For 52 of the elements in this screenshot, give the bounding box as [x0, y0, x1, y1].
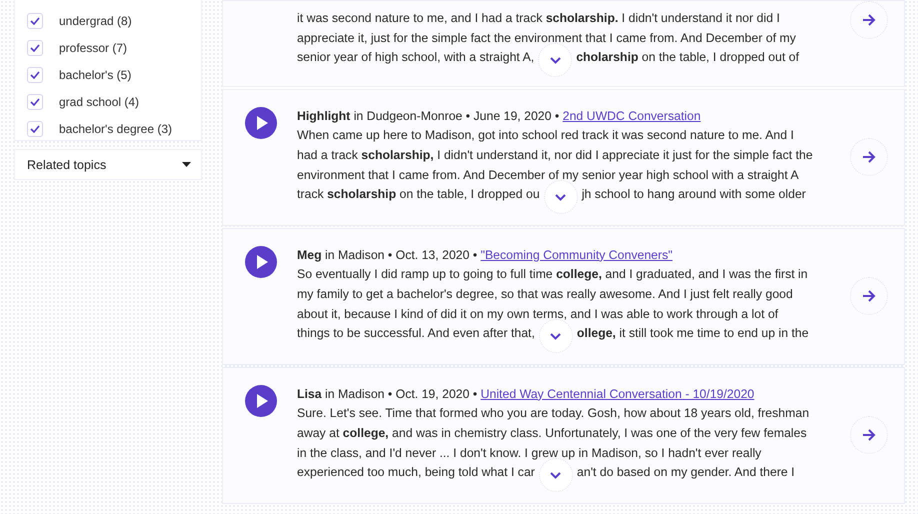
- excerpt-line: things to be successful. And even after that,: [297, 325, 535, 342]
- excerpt-line: had a track scholarship, I didn't understand it, nor did I appreciate it just for the simple fact the: [297, 146, 814, 164]
- story-byline: Lisa in Madison • Oct. 19, 2020 •: [297, 386, 478, 401]
- check-icon: [30, 44, 40, 52]
- chevron-down-icon: [555, 194, 566, 201]
- arrow-right-icon: [862, 151, 876, 164]
- story-byline: Meg in Madison • Oct. 13, 2020 •: [297, 248, 478, 262]
- play-button[interactable]: [245, 246, 277, 278]
- checkbox[interactable]: [27, 40, 43, 56]
- check-icon: [30, 70, 40, 78]
- checkbox[interactable]: [27, 94, 43, 110]
- excerpt-line: it was second nature to me, and I had a track scholarship. I didn't understand it nor did I: [297, 10, 781, 27]
- excerpt-line: jh school to hang around with some older: [582, 186, 806, 204]
- excerpt-line: ollege, it still took me time to end up in the: [576, 325, 809, 342]
- filter-label: undergrad (8): [59, 14, 132, 28]
- excerpt-line: environment that I came from. And December of my senior year high school with a straight A: [297, 166, 800, 184]
- excerpt-line: cholarship on the table, I dropped out of: [576, 49, 800, 66]
- arrow-right-icon: [862, 290, 876, 302]
- check-icon: [30, 98, 40, 106]
- checkbox[interactable]: [27, 120, 43, 136]
- excerpt-line: in the class, and I'd never ... I don't know. I grew up in Madison, so I hadn't ever really: [297, 444, 762, 462]
- excerpt-line: So eventually I did ramp up to going to full time college, and I graduated, and I was the first in: [297, 266, 809, 284]
- related-topics-toggle[interactable]: Related topics: [14, 149, 202, 180]
- excerpt-line: an't do based on my gender. And there I: [576, 464, 795, 482]
- excerpt-line: away at college, and was in chemistry class. Unfortunately, I was one of the very few females: [297, 424, 808, 442]
- check-icon: [30, 124, 40, 132]
- filter-label: professor (7): [59, 40, 128, 54]
- conversation-link[interactable]: United Way Centennial Conversation - 10/19/2020: [480, 386, 754, 401]
- filter-label: bachelor's (5): [59, 68, 132, 82]
- check-icon: [30, 16, 40, 24]
- checkbox[interactable]: [27, 66, 43, 82]
- excerpt-line: appreciate it, just for the simple fact the environment that I came from. And December of my: [297, 30, 797, 47]
- play-button[interactable]: [245, 106, 277, 139]
- excerpt-line: Sure. Let's see. Time that formed who you are today. Gosh, how about 18 years old, freshman: [297, 405, 810, 422]
- story-byline: Highlight in Dudgeon-Monroe • June 19, 2020 •: [297, 108, 560, 123]
- checkbox[interactable]: [27, 12, 43, 28]
- chevron-down-icon: [550, 56, 561, 64]
- arrow-right-icon: [862, 14, 876, 26]
- chevron-down-icon: [550, 472, 562, 479]
- excerpt-line: senior year of high school, with a straight A,: [297, 49, 534, 66]
- filter-label: grad school (4): [59, 94, 140, 108]
- chevron-down-icon: [550, 332, 562, 340]
- conversation-link[interactable]: 2nd UWDC Conversation: [562, 108, 701, 123]
- excerpt-line: experienced too much, being told what I car: [297, 464, 535, 482]
- excerpt-line: track scholarship on the table, I dropped ou: [297, 186, 540, 204]
- excerpt-line: When came up here to Madison, got into school red track it was second nature to me. And I: [297, 127, 795, 144]
- excerpt-line: my family to get a bachelor's degree, so that was really awesome. And I just felt really good: [297, 286, 794, 303]
- play-button[interactable]: [245, 384, 277, 417]
- arrow-right-icon: [862, 429, 876, 442]
- excerpt-line: about it, because I kind of did it on my own terms, and I was able to work through a lot of: [297, 306, 780, 323]
- conversation-link[interactable]: "Becoming Community Conveners": [480, 248, 673, 262]
- filter-label: bachelor's degree (3): [59, 122, 172, 136]
